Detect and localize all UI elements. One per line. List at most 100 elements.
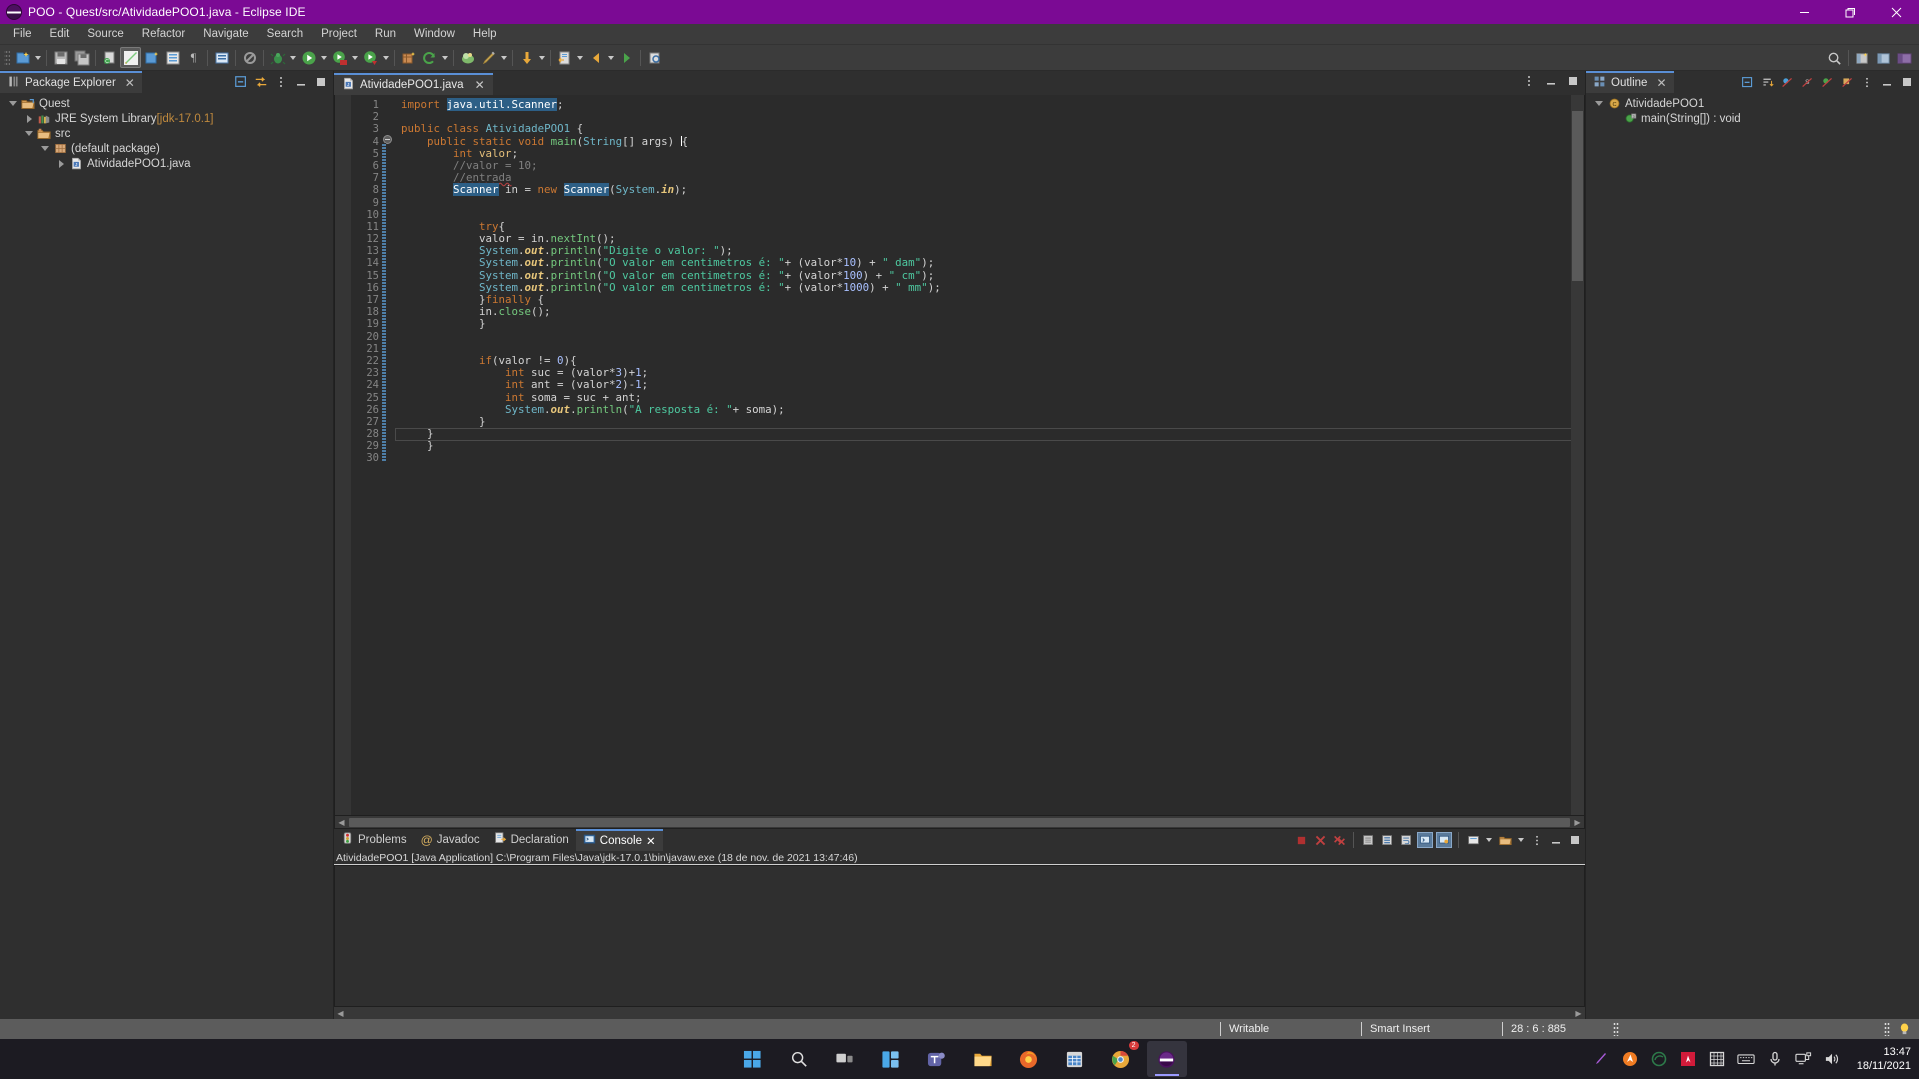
minimize-icon[interactable] <box>293 74 309 90</box>
new-java-project-icon[interactable] <box>398 47 419 68</box>
terminate-icon[interactable] <box>1293 832 1309 848</box>
pen-icon[interactable] <box>1592 1050 1610 1068</box>
close-icon[interactable]: ✕ <box>125 76 135 90</box>
run-dropdown-icon[interactable] <box>319 47 329 68</box>
scroll-right-icon[interactable]: ▶ <box>1572 1007 1585 1020</box>
java-ee-perspective-button[interactable] <box>1894 48 1915 69</box>
minimize-button[interactable] <box>1781 0 1827 24</box>
pin-console-icon[interactable] <box>1436 832 1452 848</box>
hide-non-public-icon[interactable] <box>1819 74 1835 90</box>
task-view-icon[interactable] <box>825 1041 865 1077</box>
hide-fields-icon[interactable] <box>1779 74 1795 90</box>
expand-toggle-icon[interactable] <box>22 131 36 136</box>
tree-item-src[interactable]: src <box>0 126 333 141</box>
outline-item-method[interactable]: S main(String[]) : void <box>1586 111 1919 126</box>
menu-window[interactable]: Window <box>405 24 464 44</box>
scroll-left-icon[interactable]: ◀ <box>334 1007 347 1020</box>
remove-launch-icon[interactable] <box>1312 832 1328 848</box>
forward-icon[interactable] <box>616 47 637 68</box>
menu-search[interactable]: Search <box>258 24 312 44</box>
menu-help[interactable]: Help <box>464 24 506 44</box>
maximize-restore-button[interactable] <box>1827 0 1873 24</box>
hide-local-types-icon[interactable] <box>1839 74 1855 90</box>
display-selected-console-dropdown-icon[interactable] <box>1484 830 1494 851</box>
widgets-icon[interactable] <box>871 1041 911 1077</box>
display-selected-console-icon[interactable] <box>1465 832 1481 848</box>
tree-item-java-file[interactable]: J AtividadePOO1.java <box>0 156 333 171</box>
tree-item-default-package[interactable]: (default package) <box>0 141 333 156</box>
next-annotation-dropdown-icon[interactable] <box>537 47 547 68</box>
menu-source[interactable]: Source <box>78 24 132 44</box>
annotations-dropdown-icon[interactable] <box>499 47 509 68</box>
tab-package-explorer[interactable]: Package Explorer ✕ <box>0 71 142 93</box>
run-coverage-dropdown-icon[interactable] <box>350 47 360 68</box>
close-icon[interactable]: ✕ <box>475 78 485 92</box>
microphone-icon[interactable] <box>1766 1050 1784 1068</box>
folding-ruler[interactable] <box>381 95 395 815</box>
code-line[interactable] <box>395 331 1584 343</box>
hide-static-icon[interactable]: S <box>1799 74 1815 90</box>
clear-console-icon[interactable] <box>1360 832 1376 848</box>
expand-toggle-icon[interactable] <box>54 159 68 168</box>
open-type-icon[interactable] <box>162 47 183 68</box>
annotation-ruler[interactable] <box>335 95 351 815</box>
teams-icon[interactable] <box>917 1041 957 1077</box>
code-line[interactable]: public static void main(String[] args) { <box>395 135 1584 148</box>
scrollbar-thumb[interactable] <box>1572 111 1583 281</box>
show-console-on-output-icon[interactable] <box>1417 832 1433 848</box>
code-line[interactable] <box>395 452 1584 464</box>
console-horizontal-scrollbar[interactable]: ◀ ▶ <box>334 1007 1585 1019</box>
java-editor-icon[interactable] <box>120 47 141 68</box>
run-icon[interactable] <box>298 47 319 68</box>
tab-outline[interactable]: Outline ✕ <box>1586 71 1674 93</box>
expand-toggle-icon[interactable] <box>22 114 36 123</box>
menu-navigate[interactable]: Navigate <box>194 24 257 44</box>
code-line[interactable]: System.out.println("O valor em centimetr… <box>395 281 1584 294</box>
scroll-lock-icon[interactable] <box>1379 832 1395 848</box>
previous-edit-icon[interactable] <box>554 47 575 68</box>
next-annotation-icon[interactable] <box>516 47 537 68</box>
maximize-icon[interactable] <box>1899 74 1915 90</box>
minimize-icon[interactable] <box>1543 73 1559 89</box>
pilcrow-icon[interactable]: ¶ <box>183 47 204 68</box>
menu-run[interactable]: Run <box>366 24 405 44</box>
excel-icon[interactable] <box>1055 1041 1095 1077</box>
code-line[interactable]: int valor; <box>395 147 1584 160</box>
code-text[interactable]: import java.util.Scanner; public class A… <box>395 95 1584 815</box>
tab-problems[interactable]: Problems <box>334 829 414 851</box>
debug-icon[interactable] <box>267 47 288 68</box>
start-windows-icon[interactable] <box>733 1041 773 1077</box>
maximize-icon[interactable] <box>1567 832 1583 848</box>
expand-toggle-icon[interactable] <box>38 146 52 151</box>
link-with-editor-icon[interactable] <box>253 74 269 90</box>
chrome-icon[interactable]: 2 <box>1101 1041 1141 1077</box>
close-icon[interactable]: ✕ <box>646 834 656 848</box>
tab-declaration[interactable]: Declaration <box>487 829 576 851</box>
view-menu-icon[interactable] <box>1521 73 1537 89</box>
close-icon[interactable]: ✕ <box>1656 76 1666 90</box>
sort-icon[interactable] <box>1759 74 1775 90</box>
avast-icon[interactable] <box>1621 1050 1639 1068</box>
adobe-icon[interactable] <box>1679 1050 1697 1068</box>
status-tip-icon[interactable] <box>1890 1019 1919 1039</box>
save-all-icon[interactable] <box>71 47 92 68</box>
maximize-icon[interactable] <box>1565 73 1581 89</box>
tab-console[interactable]: Console ✕ <box>575 829 663 851</box>
quick-access-search-icon[interactable] <box>1824 48 1845 69</box>
menu-project[interactable]: Project <box>312 24 366 44</box>
open-console-dropdown-icon[interactable] <box>1516 830 1526 851</box>
remove-all-terminated-icon[interactable] <box>1331 832 1347 848</box>
toolbar-search-icon[interactable] <box>644 47 665 68</box>
code-line[interactable]: } <box>395 318 1584 330</box>
volume-icon[interactable] <box>1824 1050 1842 1068</box>
back-dropdown-icon[interactable] <box>606 47 616 68</box>
view-menu-icon[interactable] <box>1859 74 1875 90</box>
package-explorer-tree[interactable]: Quest JRE System Library [jdk-17.0.1] sr… <box>0 93 333 1019</box>
code-line[interactable]: int soma = suc + ant; <box>395 391 1584 404</box>
tree-item-project[interactable]: Quest <box>0 96 333 111</box>
expand-toggle-icon[interactable] <box>6 101 20 106</box>
run-coverage-icon[interactable] <box>329 47 350 68</box>
save-icon[interactable] <box>50 47 71 68</box>
code-line[interactable]: int ant = (valor*2)-1; <box>395 379 1584 391</box>
new-wizard-dropdown-icon[interactable] <box>33 47 43 68</box>
